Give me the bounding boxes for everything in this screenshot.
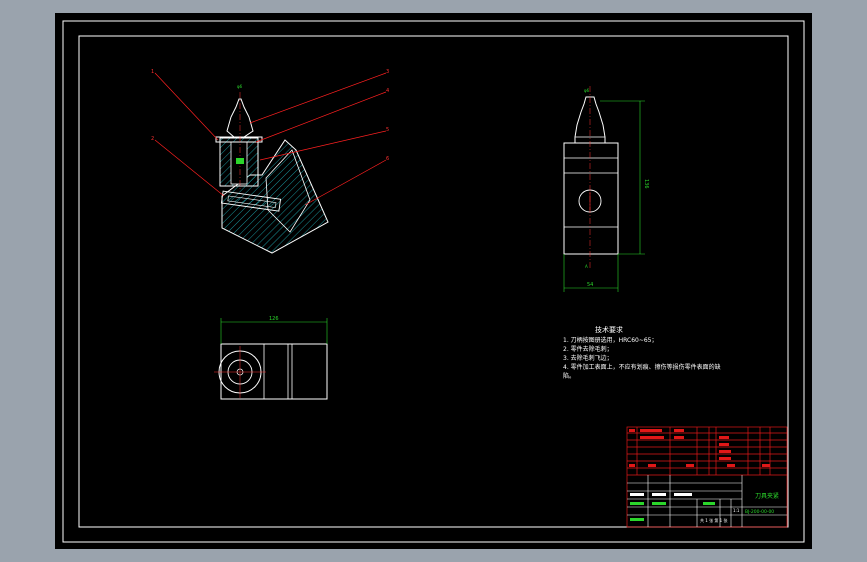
dim-top-width-text: 126 (269, 316, 279, 322)
dim-width-text: 54 (587, 282, 593, 288)
sheet-count: 共 1 张 第 1 张 (700, 517, 727, 523)
drawing-number: BJ-200-00-00 (745, 509, 774, 515)
callout-2: 2 (151, 136, 154, 142)
note-line-4: 4. 零件加工表面上，不应有划痕、擦伤等损伤零件表面的缺 (563, 364, 721, 371)
callout-5: 5 (386, 127, 389, 133)
cad-drawing-canvas: φ6 1 2 3 4 5 6 φ6 136 54 A 126 刀具夹紧 BJ-2… (55, 13, 812, 549)
cross-hole (236, 158, 244, 164)
callout-6: 6 (386, 156, 389, 162)
notes-title: 技术要求 (595, 326, 623, 334)
section-mark: A (585, 264, 588, 269)
dim-height-text: 136 (643, 179, 649, 189)
callout-3: 3 (386, 69, 389, 75)
drawing-sheet (55, 13, 812, 549)
note-line-1: 1. 刀柄按图册选用，HRC60~65； (563, 337, 658, 344)
callout-1: 1 (151, 69, 154, 75)
technical-notes: 技术要求 1. 刀柄按图册选用，HRC60~65； 2. 零件去除毛刺； 3. … (563, 326, 721, 381)
tool-mark: φ6 (237, 84, 243, 89)
note-line-3: 3. 去除毛刺飞边； (563, 355, 613, 362)
note-line-2: 2. 零件去除毛刺； (563, 346, 613, 353)
part-name: 刀具夹紧 (755, 492, 779, 500)
note-line-5: 陷。 (563, 373, 576, 380)
callout-4: 4 (386, 88, 389, 94)
side-mark: φ6 (584, 88, 590, 93)
drawing-scale: 1:1 (733, 508, 740, 513)
